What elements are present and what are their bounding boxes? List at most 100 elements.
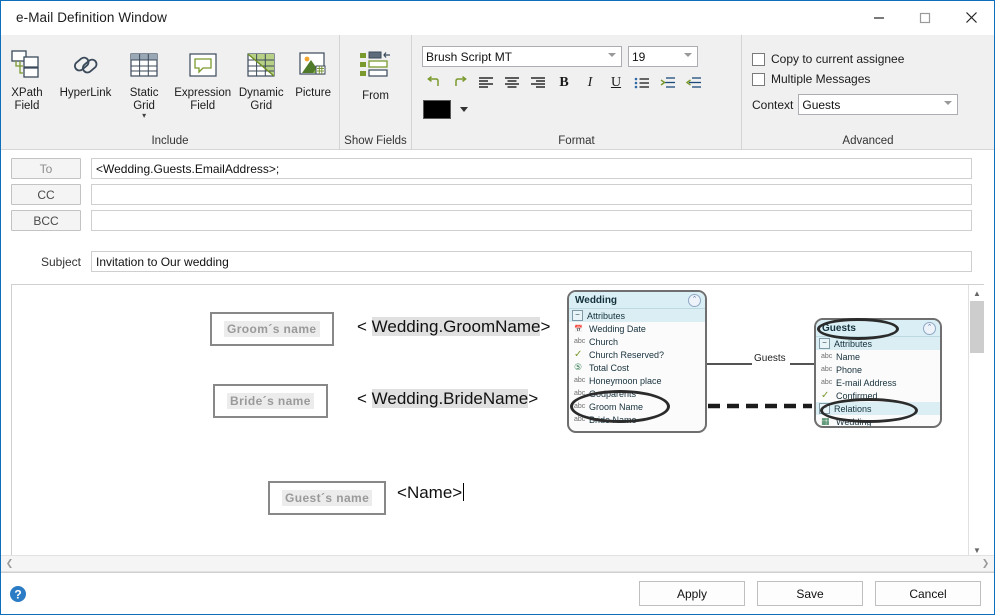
bold-button[interactable]: B bbox=[552, 72, 576, 94]
indent-decrease-button[interactable] bbox=[682, 72, 706, 94]
attribute-row[interactable]: abc E-mail Address bbox=[816, 376, 940, 389]
align-center-button[interactable] bbox=[500, 72, 524, 94]
entity-guests-header[interactable]: Guests ⌃ bbox=[816, 320, 940, 337]
minus-icon[interactable]: − bbox=[819, 403, 830, 414]
groom-expression[interactable]: < Wedding.GroomName> bbox=[357, 317, 550, 337]
static-grid-button[interactable]: Static Grid ▾ bbox=[118, 39, 170, 127]
entity-wedding-name: Wedding bbox=[575, 294, 618, 306]
bride-field-label: Bride´s name bbox=[227, 393, 314, 409]
scroll-up-icon[interactable]: ▲ bbox=[969, 285, 984, 301]
font-size-select[interactable]: 19 bbox=[628, 46, 698, 67]
attribute-row[interactable]: ✓ Confirmed bbox=[816, 389, 940, 402]
italic-button[interactable]: I bbox=[578, 72, 602, 94]
apply-button[interactable]: Apply bbox=[639, 581, 745, 606]
entity-guests[interactable]: Guests ⌃ − Attributes abc Name abc Phone a… bbox=[814, 318, 942, 428]
entity-wedding-header[interactable]: Wedding ⌃ bbox=[569, 292, 705, 309]
ribbon-group-include: XPath Field HyperLink Static Grid ▾ Expr… bbox=[1, 35, 339, 150]
attribute-row[interactable]: abc Godparents bbox=[569, 387, 705, 400]
guest-name-field[interactable]: Guest´s name bbox=[268, 481, 393, 521]
attribute-row[interactable]: abc Church bbox=[569, 335, 705, 348]
text-color-button[interactable] bbox=[422, 98, 452, 120]
attribute-row[interactable]: ✓ Church Reserved? bbox=[569, 348, 705, 361]
xpath-field-icon bbox=[9, 45, 45, 85]
picture-icon bbox=[296, 45, 330, 85]
entity-guests-attributes-section[interactable]: − Attributes bbox=[816, 337, 940, 350]
ribbon-group-format: Brush Script MT 19 B I U Format bbox=[411, 35, 741, 150]
title-bar: e-Mail Definition Window bbox=[1, 1, 994, 35]
attribute-row[interactable]: 📅 Wedding Date bbox=[569, 322, 705, 335]
context-select[interactable]: Guests bbox=[798, 94, 959, 115]
hyperlink-button[interactable]: HyperLink bbox=[53, 39, 118, 127]
copy-to-assignee-row[interactable]: Copy to current assignee bbox=[752, 49, 994, 69]
vertical-scroll-thumb[interactable] bbox=[970, 301, 984, 353]
text-color-chevron-down-icon[interactable] bbox=[460, 106, 468, 112]
bride-field-box[interactable]: Bride´s name bbox=[213, 384, 328, 418]
dynamic-grid-button[interactable]: Dynamic Grid bbox=[235, 39, 287, 127]
expression-field-button[interactable]: Expression Field bbox=[170, 39, 235, 127]
attribute-row[interactable]: abc Phone bbox=[816, 363, 940, 376]
redo-button[interactable] bbox=[448, 72, 472, 94]
static-grid-dropdown-icon[interactable]: ▾ bbox=[142, 112, 146, 120]
abc-icon: abc bbox=[574, 338, 586, 345]
font-name-select[interactable]: Brush Script MT bbox=[422, 46, 622, 67]
guest-field-box[interactable]: Guest´s name bbox=[268, 481, 387, 515]
bullet-list-button[interactable] bbox=[630, 72, 654, 94]
guest-field-label: Guest´s name bbox=[282, 490, 373, 506]
groom-name-field[interactable]: Groom´s name bbox=[210, 312, 340, 352]
underline-button[interactable]: U bbox=[604, 72, 628, 94]
attribute-row[interactable]: abc Groom Name bbox=[569, 400, 705, 413]
cc-input[interactable] bbox=[91, 184, 972, 205]
align-right-button[interactable] bbox=[526, 72, 550, 94]
bcc-button[interactable]: BCC bbox=[11, 210, 81, 231]
from-label: From bbox=[362, 90, 389, 102]
collapse-icon[interactable]: ⌃ bbox=[688, 293, 701, 307]
attribute-row[interactable]: abc Bride Name bbox=[569, 413, 705, 426]
subject-input[interactable] bbox=[91, 251, 972, 272]
minus-icon[interactable]: − bbox=[819, 338, 830, 349]
attribute-row[interactable]: abc Honeymoon place bbox=[569, 374, 705, 387]
to-row: To bbox=[11, 158, 972, 179]
copy-to-assignee-checkbox[interactable] bbox=[752, 52, 765, 66]
to-input[interactable] bbox=[91, 158, 972, 179]
picture-button[interactable]: Picture bbox=[287, 39, 339, 127]
cc-button[interactable]: CC bbox=[11, 184, 81, 205]
indent-increase-button[interactable] bbox=[656, 72, 680, 94]
xpath-field-button[interactable]: XPath Field bbox=[1, 39, 53, 127]
window-horizontal-scrollbar[interactable]: ❮ ❯ bbox=[1, 555, 994, 572]
scroll-left-icon[interactable]: ❮ bbox=[1, 555, 18, 572]
subject-row: Subject bbox=[11, 251, 972, 272]
maximize-button[interactable] bbox=[902, 1, 948, 34]
groom-field-box[interactable]: Groom´s name bbox=[210, 312, 334, 346]
email-body-editor[interactable]: Groom´s name < Wedding.GroomName> Bride´… bbox=[11, 284, 984, 559]
multiple-messages-checkbox[interactable] bbox=[752, 72, 765, 86]
bride-name-field[interactable]: Bride´s name bbox=[213, 384, 334, 424]
save-button[interactable]: Save bbox=[757, 581, 863, 606]
expression-field-icon bbox=[186, 45, 220, 85]
entity-diagram[interactable]: Guests * Wedding ⌃ − Attributes 📅Wedding… bbox=[562, 290, 962, 450]
cancel-button[interactable]: Cancel bbox=[875, 581, 981, 606]
to-button[interactable]: To bbox=[11, 158, 81, 179]
scroll-right-icon[interactable]: ❯ bbox=[977, 555, 994, 572]
copy-to-assignee-label: Copy to current assignee bbox=[771, 52, 905, 66]
entity-guests-relations-section[interactable]: − Relations bbox=[816, 402, 940, 415]
guest-expression[interactable]: <Name> bbox=[397, 483, 465, 503]
entity-wedding[interactable]: Wedding ⌃ − Attributes 📅 Wedding Date abc… bbox=[567, 290, 707, 433]
relation-row[interactable]: ▦ Wedding bbox=[816, 415, 940, 426]
align-left-button[interactable] bbox=[474, 72, 498, 94]
help-icon[interactable]: ? bbox=[9, 585, 27, 603]
attribute-row[interactable]: abc Name bbox=[816, 350, 940, 363]
bride-expression-suffix: > bbox=[528, 389, 539, 408]
email-body-canvas[interactable]: Groom´s name < Wedding.GroomName> Bride´… bbox=[12, 285, 984, 558]
collapse-icon[interactable]: ⌃ bbox=[923, 321, 936, 335]
from-button[interactable]: From bbox=[340, 39, 411, 127]
minus-icon[interactable]: − bbox=[572, 310, 583, 321]
body-vertical-scrollbar[interactable]: ▲ ▼ bbox=[968, 285, 984, 558]
attribute-row[interactable]: ⑤ Total Cost bbox=[569, 361, 705, 374]
minimize-button[interactable] bbox=[856, 1, 902, 34]
multiple-messages-row[interactable]: Multiple Messages bbox=[752, 69, 994, 89]
close-button[interactable] bbox=[948, 1, 994, 34]
undo-button[interactable] bbox=[422, 72, 446, 94]
entity-wedding-attributes-section[interactable]: − Attributes bbox=[569, 309, 705, 322]
bcc-input[interactable] bbox=[91, 210, 972, 231]
bride-expression[interactable]: < Wedding.BrideName> bbox=[357, 389, 538, 409]
